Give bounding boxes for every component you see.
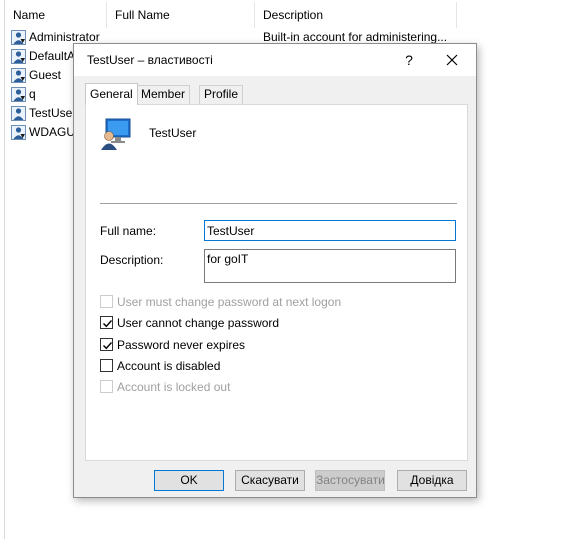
user-account-icon bbox=[11, 125, 26, 140]
checkmark-icon bbox=[103, 342, 113, 350]
user-properties-dialog: TestUser – властивості ? General Member … bbox=[73, 43, 477, 498]
tab-member-of[interactable]: Member Of bbox=[136, 85, 191, 118]
tab-general[interactable]: General bbox=[85, 83, 138, 105]
help-dialog-button[interactable]: Довідка bbox=[397, 470, 467, 491]
checkbox-box[interactable] bbox=[100, 295, 113, 308]
user-account-icon bbox=[11, 68, 26, 83]
cancel-button[interactable]: Скасувати bbox=[235, 470, 305, 491]
column-header-name[interactable]: Name bbox=[5, 2, 107, 28]
description-label: Description: bbox=[100, 253, 164, 267]
full-name-label: Full name: bbox=[100, 224, 157, 238]
user-account-icon bbox=[101, 118, 131, 150]
divider-highlight bbox=[100, 204, 457, 205]
checkbox-box[interactable] bbox=[100, 316, 113, 329]
checkbox-label: User must change password at next logon bbox=[117, 295, 342, 309]
checkbox-label: Account is disabled bbox=[117, 359, 221, 373]
checkbox-box[interactable] bbox=[100, 359, 113, 372]
tab-profile[interactable]: Profile bbox=[199, 85, 244, 104]
apply-button[interactable]: Застосувати bbox=[315, 470, 385, 491]
column-header-description[interactable]: Description bbox=[255, 2, 457, 28]
user-name-heading: TestUser bbox=[149, 126, 197, 140]
full-name-field[interactable] bbox=[204, 220, 456, 241]
dialog-title: TestUser – властивості bbox=[87, 53, 213, 67]
list-item-name: TestUser bbox=[29, 106, 77, 120]
list-item-name: q bbox=[29, 87, 36, 101]
checkbox-label: Password never expires bbox=[117, 338, 246, 352]
checkbox-box[interactable] bbox=[100, 338, 113, 351]
description-field[interactable]: for goIT bbox=[204, 249, 456, 283]
checkbox-label: User cannot change password bbox=[117, 316, 280, 330]
checkmark-icon bbox=[103, 320, 113, 328]
dialog-titlebar[interactable]: TestUser – властивості ? bbox=[74, 44, 476, 76]
help-button[interactable]: ? bbox=[394, 44, 424, 76]
column-header-full-name[interactable]: Full Name bbox=[107, 2, 255, 28]
user-account-icon bbox=[11, 87, 26, 102]
user-account-icon bbox=[11, 49, 26, 64]
checkbox-box[interactable] bbox=[100, 380, 113, 393]
user-account-icon bbox=[11, 106, 26, 121]
ok-button[interactable]: OK bbox=[154, 470, 224, 491]
close-icon bbox=[446, 54, 458, 66]
close-button[interactable] bbox=[440, 48, 464, 72]
checkbox-label: Account is locked out bbox=[117, 380, 231, 394]
list-header: Name Full Name Description bbox=[5, 2, 565, 28]
list-item-name: Guest bbox=[29, 68, 62, 82]
user-account-icon bbox=[11, 30, 26, 45]
general-tab-panel: TestUser Full name: Description: for goI… bbox=[85, 104, 468, 461]
